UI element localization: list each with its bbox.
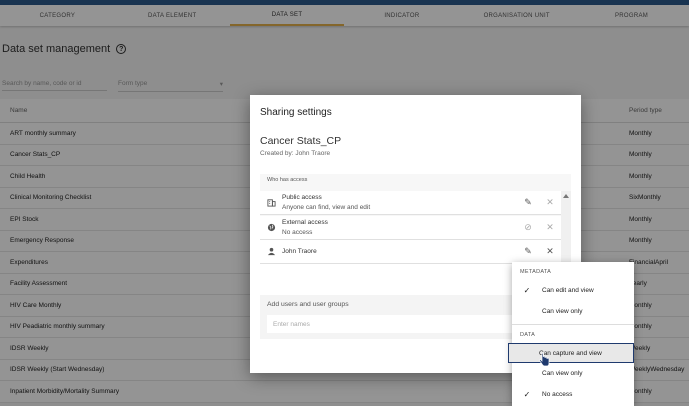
close-icon[interactable]: ✕ (539, 246, 561, 257)
access-entry-desc: No access (282, 228, 313, 236)
menu-item-metadata-view[interactable]: Can view only (512, 301, 634, 321)
menu-item-label: Can view only (542, 369, 583, 377)
access-scrollbar[interactable] (561, 191, 571, 264)
check-icon: ✓ (523, 285, 531, 295)
access-entry-name: John Traore (282, 247, 317, 255)
created-by: Created by: John Traore (260, 150, 331, 157)
access-row-user: John Traore ✎ ✕ (260, 240, 561, 264)
add-users-title: Add users and user groups (267, 301, 349, 308)
access-entry-text: External access No access (282, 218, 517, 238)
dialog-title: Sharing settings (260, 107, 332, 118)
access-entry-desc: Anyone can find, view and edit (282, 203, 371, 211)
menu-item-data-none[interactable]: ✓ No access (512, 384, 634, 404)
menu-section-metadata: METADATA (520, 269, 552, 275)
menu-item-label: No access (542, 390, 573, 398)
menu-divider (512, 324, 634, 325)
dataset-name: Cancer Stats_CP (260, 135, 342, 147)
building-icon (260, 198, 282, 207)
access-row-external: External access No access ⊘ ✕ (260, 216, 561, 240)
access-entry-text: Public access Anyone can find, view and … (282, 193, 517, 213)
close-icon[interactable]: ✕ (539, 197, 561, 208)
pencil-icon[interactable]: ✎ (517, 246, 539, 257)
person-icon (260, 247, 282, 256)
access-entry-name: Public access (282, 193, 322, 201)
menu-item-metadata-edit[interactable]: ✓ Can edit and view (512, 280, 634, 300)
access-menu: METADATA ✓ Can edit and view Can view on… (508, 262, 634, 406)
check-icon: ✓ (523, 389, 531, 399)
menu-item-data-capture[interactable]: Can capture and view (508, 343, 634, 363)
names-input[interactable]: Enter names (267, 315, 517, 333)
menu-section-data: DATA (520, 332, 536, 338)
block-icon[interactable]: ⊘ (517, 222, 539, 233)
access-entry-name: External access (282, 218, 328, 226)
menu-item-label: Can view only (542, 307, 583, 315)
pencil-icon[interactable]: ✎ (517, 197, 539, 208)
access-list: Who has access Public access Anyone can … (260, 174, 571, 264)
menu-item-label: Can edit and view (542, 286, 594, 294)
who-has-access-label: Who has access (267, 177, 308, 183)
access-entry-text: John Traore (282, 247, 517, 257)
globe-icon (260, 223, 282, 232)
access-row-public: Public access Anyone can find, view and … (260, 191, 561, 215)
close-icon[interactable]: ✕ (539, 222, 561, 233)
menu-item-data-view[interactable]: Can view only (512, 363, 634, 383)
hand-cursor-icon (538, 352, 550, 369)
scroll-up-icon[interactable] (563, 194, 569, 198)
